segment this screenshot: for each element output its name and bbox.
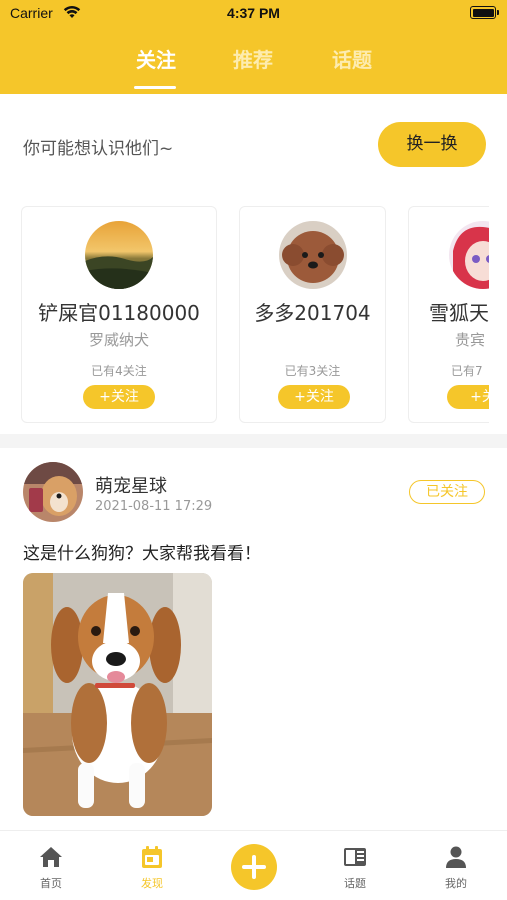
post-image[interactable] [23, 573, 212, 816]
follow-button[interactable]: +关注 [278, 385, 350, 409]
swap-button[interactable]: 换一换 [378, 122, 486, 167]
active-tab-indicator [134, 86, 176, 89]
user-breed: 贵宾 [455, 331, 486, 349]
clock: 4:37 PM [227, 5, 280, 21]
status-bar: Carrier 4:37 PM [0, 0, 507, 30]
followed-button[interactable]: 已关注 [409, 480, 485, 504]
section-divider [0, 434, 507, 448]
follow-button[interactable]: +关注 [83, 385, 155, 409]
post-timestamp: 2021-08-11 17:29 [95, 499, 213, 514]
nav-label: 发现 [141, 877, 163, 890]
tab-bar: 关注 推荐 话题 [0, 44, 507, 89]
avatar[interactable] [279, 221, 347, 289]
avatar[interactable] [85, 221, 153, 289]
user-name: 多多201704 [254, 301, 371, 325]
post-text: 这是什么狗狗？大家帮我看看！ [23, 544, 261, 564]
user-name: 铲屎官01180000 [38, 301, 200, 325]
suggest-card[interactable]: 铲屎官01180000 罗威纳犬 已有4关注 +关注 [21, 206, 217, 423]
suggest-title: 你可能想认识他们~ [23, 139, 174, 159]
home-icon [40, 847, 62, 867]
nav-label: 首页 [40, 877, 62, 890]
nav-topics[interactable]: 话题 [325, 831, 385, 900]
tab-topics[interactable]: 话题 [322, 44, 382, 73]
suggest-cards: 铲屎官01180000 罗威纳犬 已有4关注 +关注 多多201704 已有3关… [0, 206, 489, 426]
suggest-card[interactable]: 雪狐天 贵宾 已有7 +关 [408, 206, 489, 423]
nav-home[interactable]: 首页 [21, 831, 81, 900]
top-header: Carrier 4:37 PM 关注 推荐 话题 [0, 0, 507, 94]
post-author-avatar[interactable] [23, 462, 83, 522]
topic-icon [344, 848, 366, 866]
battery-icon [470, 6, 499, 19]
user-breed: 罗威纳犬 [88, 331, 149, 349]
follower-count: 已有3关注 [284, 364, 341, 378]
nav-label: 话题 [344, 877, 366, 890]
nav-label: 我的 [445, 877, 467, 890]
user-name: 雪狐天 [429, 301, 489, 325]
follower-count: 已有4关注 [91, 364, 147, 378]
nav-discover[interactable]: 发现 [122, 831, 182, 900]
tab-following[interactable]: 关注 [126, 44, 186, 73]
follower-count: 已有7 [451, 364, 483, 378]
post-author-name[interactable]: 萌宠星球 [95, 472, 167, 498]
follow-button[interactable]: +关 [447, 385, 489, 409]
nav-profile[interactable]: 我的 [426, 831, 486, 900]
publish-button[interactable] [231, 844, 277, 890]
suggest-card[interactable]: 多多201704 已有3关注 +关注 [239, 206, 386, 423]
calendar-icon [142, 846, 162, 868]
tab-recommend[interactable]: 推荐 [223, 44, 283, 73]
plus-icon [242, 855, 266, 879]
avatar[interactable] [449, 221, 489, 289]
user-icon [446, 846, 466, 868]
